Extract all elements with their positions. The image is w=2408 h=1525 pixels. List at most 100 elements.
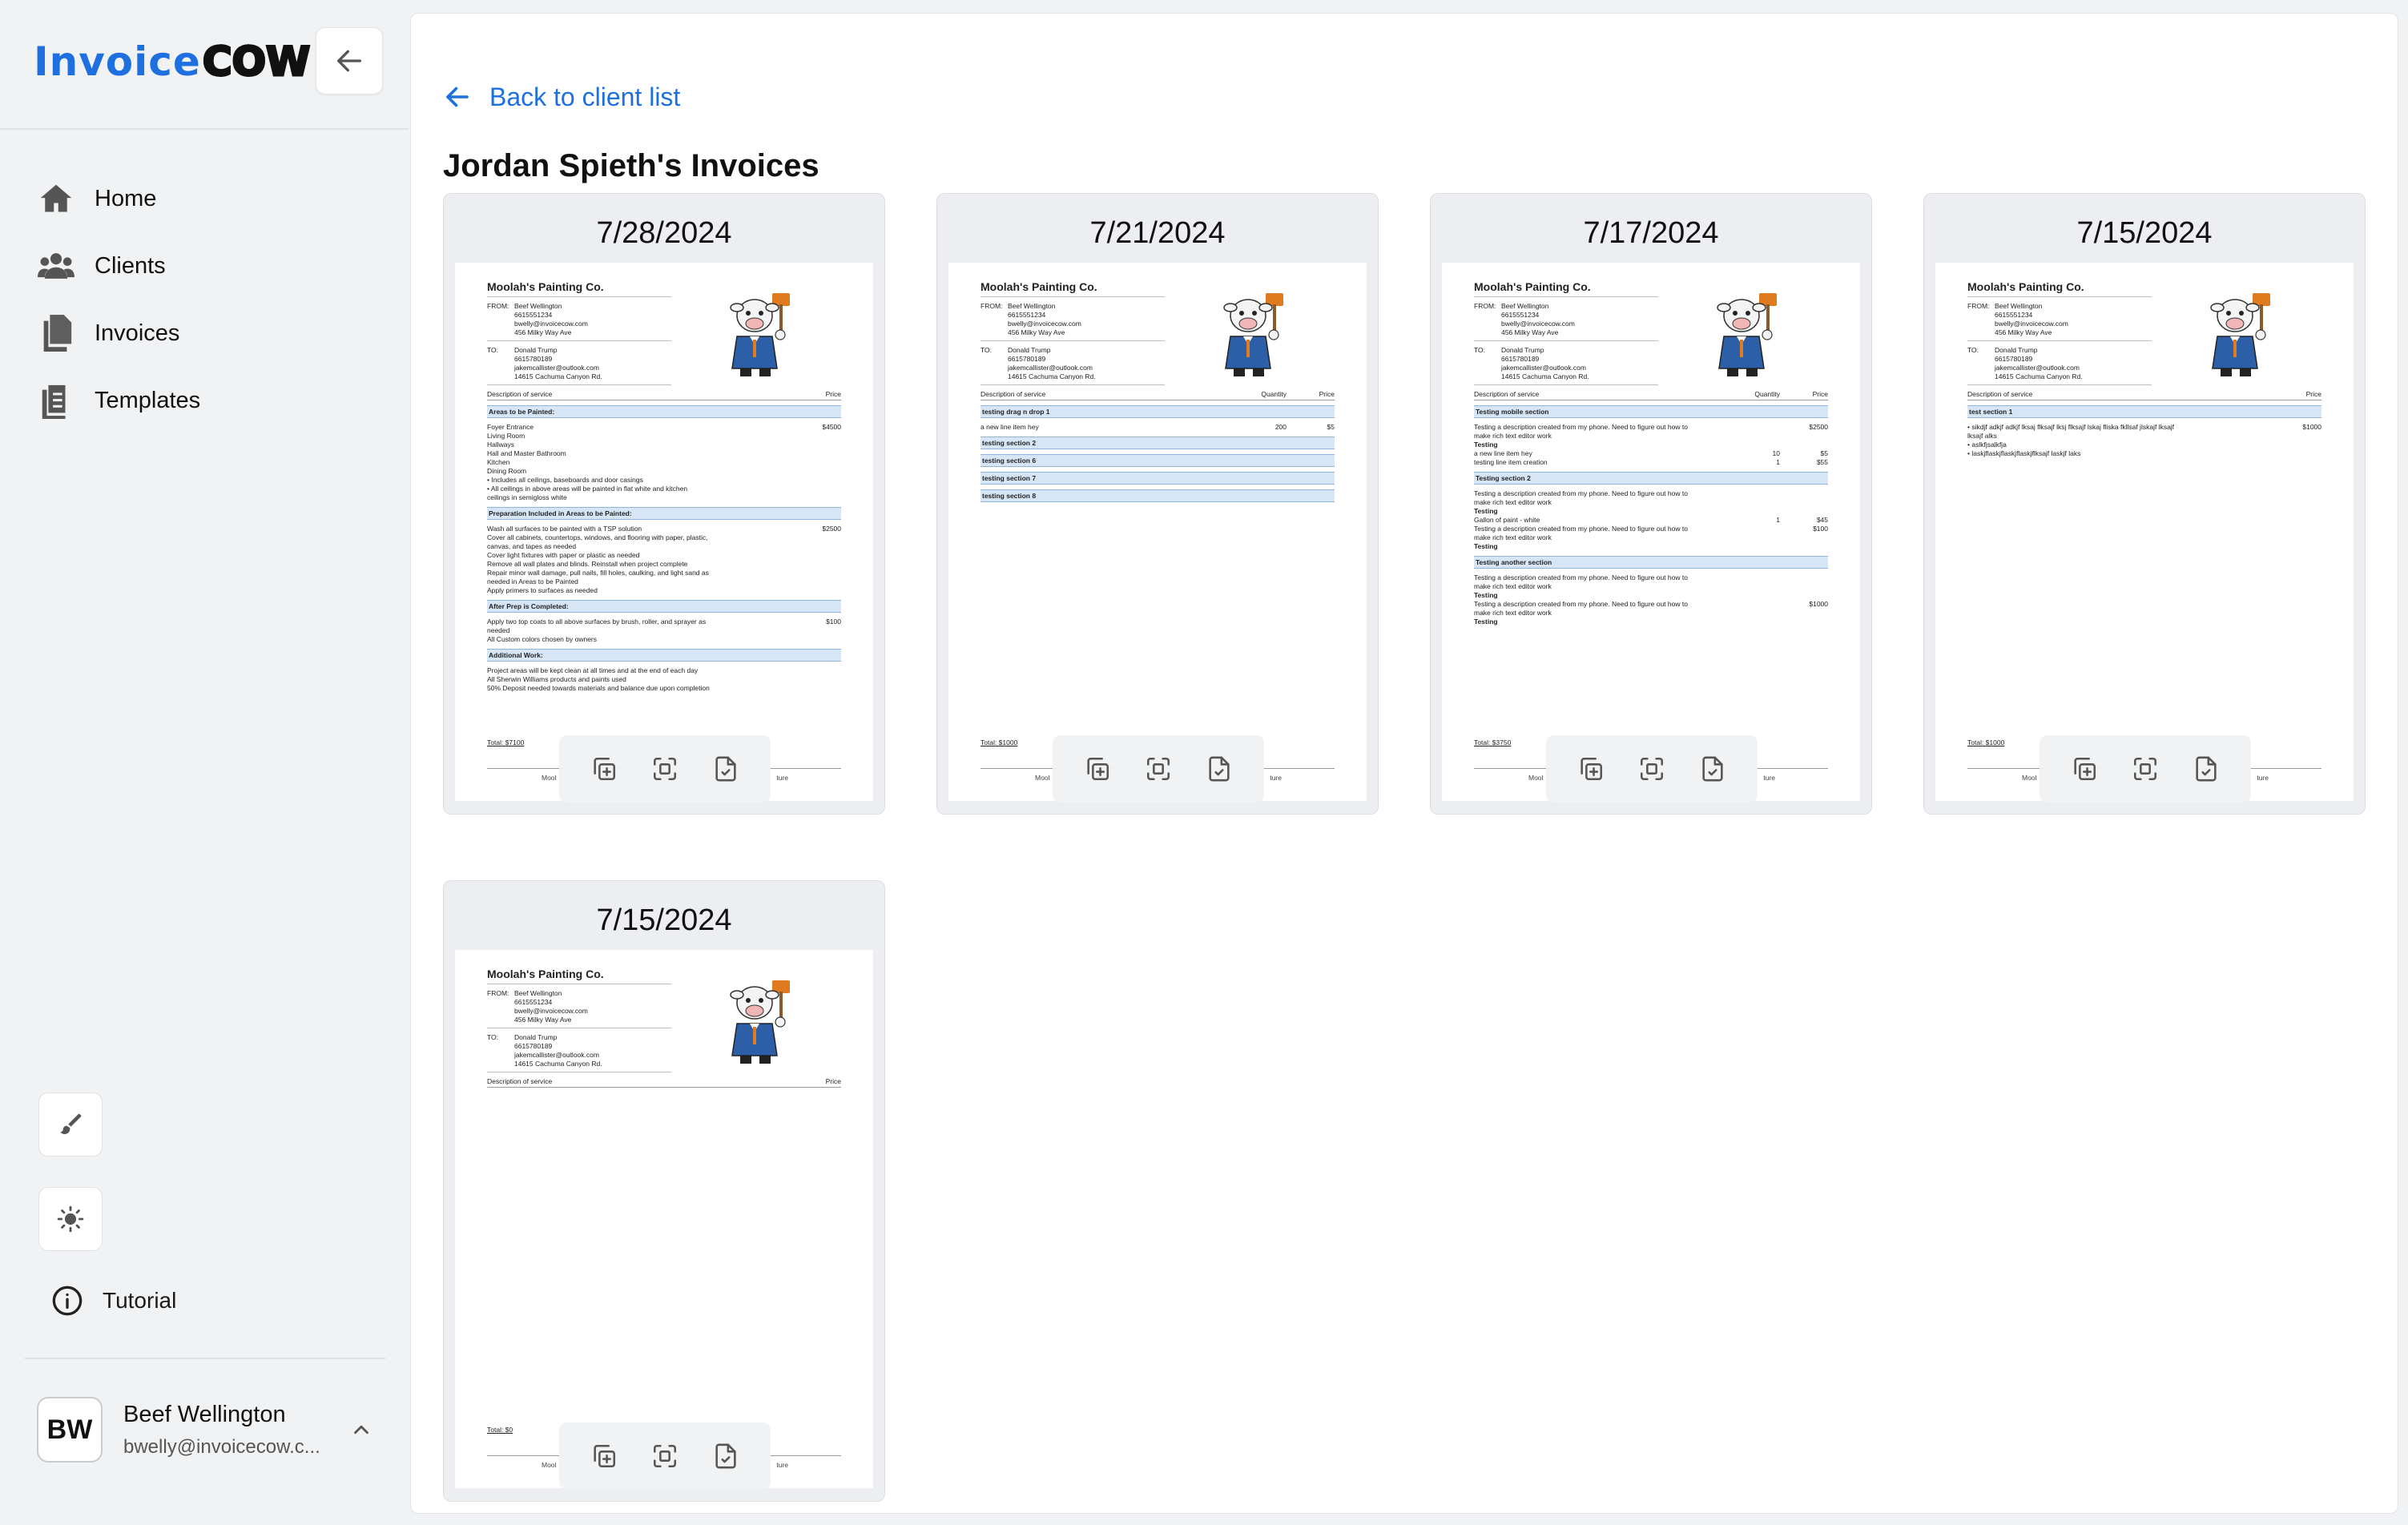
card-actions bbox=[2040, 735, 2251, 803]
table-header: Description of service Price bbox=[487, 1077, 841, 1088]
file-check-icon bbox=[715, 756, 736, 782]
mark-paid-button[interactable] bbox=[2187, 750, 2225, 788]
section-header: testing section 8 bbox=[981, 489, 1335, 502]
line-item: Gallon of paint - white 1 $45 bbox=[1474, 516, 1828, 524]
collapse-sidebar-button[interactable] bbox=[316, 27, 383, 95]
divider bbox=[1967, 296, 2152, 297]
preview-invoice-button[interactable] bbox=[646, 1437, 684, 1475]
invoice-preview[interactable]: Moolah's Painting Co. FROM: Beef Wellingt… bbox=[1935, 263, 2354, 801]
file-check-icon bbox=[1209, 756, 1230, 782]
invoice-card[interactable]: 7/28/2024 Moolah's Painting Co. FROM: Bee… bbox=[443, 193, 885, 815]
invoice-card[interactable]: 7/15/2024 Moolah's Painting Co. FROM: Bee… bbox=[443, 880, 885, 1502]
focus-icon bbox=[2133, 757, 2157, 781]
back-to-client-list-link[interactable]: Back to client list bbox=[443, 81, 680, 113]
sidebar-item-templates[interactable]: Templates bbox=[37, 367, 373, 434]
line-item: needed in Areas to be Painted bbox=[487, 577, 578, 585]
signature-label-left: Mool bbox=[1528, 774, 1544, 782]
section-header: Additional Work: bbox=[487, 649, 841, 662]
invoice-preview[interactable]: Moolah's Painting Co. FROM: Beef Wellingt… bbox=[948, 263, 1367, 801]
divider bbox=[981, 340, 1165, 341]
preview-invoice-button[interactable] bbox=[646, 750, 684, 788]
line-item: Cover all cabinets, countertops, windows… bbox=[487, 533, 708, 541]
line-item: Testing a description created from my ph… bbox=[1474, 489, 1688, 497]
duplicate-invoice-button[interactable] bbox=[2065, 750, 2104, 788]
line-item: make rich text editor work bbox=[1474, 609, 1552, 617]
chevron-up-icon[interactable] bbox=[349, 1418, 373, 1446]
section-header: testing section 6 bbox=[981, 454, 1335, 467]
invoice-date: 7/21/2024 bbox=[1089, 216, 1226, 250]
sidebar-item-label: Templates bbox=[95, 387, 201, 413]
invoice-preview[interactable]: Moolah's Painting Co. FROM: Beef Wellingt… bbox=[455, 263, 873, 801]
invoice-total: Total: $0 bbox=[487, 1426, 513, 1434]
invoice-card[interactable]: 7/17/2024 Moolah's Painting Co. FROM: Bee… bbox=[1430, 193, 1872, 815]
preview-invoice-button[interactable] bbox=[2126, 750, 2164, 788]
file-check-icon bbox=[2196, 756, 2217, 782]
section-header: Areas to be Painted: bbox=[487, 405, 841, 418]
divider bbox=[981, 296, 1165, 297]
cow-mascot-icon bbox=[2210, 293, 2270, 376]
line-item: Testing bbox=[1474, 542, 1498, 550]
file-check-icon bbox=[1702, 756, 1723, 782]
table-header: Description of service Price bbox=[487, 390, 841, 400]
sidebar: Invoice COW Home Clients Invoices Templa… bbox=[0, 0, 409, 1525]
duplicate-invoice-button[interactable] bbox=[585, 750, 623, 788]
line-item: • laskjflaskjflaskjflaskjflksajf laskjf … bbox=[1967, 449, 2081, 457]
line-item: canvas, and tapes as needed bbox=[487, 542, 577, 550]
duplicate-invoice-button[interactable] bbox=[585, 1437, 623, 1475]
invoice-preview[interactable]: Moolah's Painting Co. FROM: Beef Wellingt… bbox=[455, 950, 873, 1488]
invoice-total: Total: $1000 bbox=[981, 738, 1018, 746]
theme-brush-button[interactable] bbox=[38, 1092, 103, 1157]
line-item: Remove all wall plates and blinds. Reins… bbox=[487, 560, 688, 568]
invoice-sections: Areas to be Painted: Foyer Entrance $4500 L… bbox=[487, 405, 841, 693]
user-menu[interactable]: BW Beef Wellington bwelly@invoicecow.c..… bbox=[37, 1397, 373, 1463]
line-item: Testing a description created from my ph… bbox=[1474, 423, 1828, 431]
preview-invoice-button[interactable] bbox=[1139, 750, 1178, 788]
theme-toggle-button[interactable] bbox=[38, 1187, 103, 1251]
file-check-icon bbox=[715, 1443, 736, 1469]
copy-plus-icon bbox=[594, 1444, 616, 1468]
mark-paid-button[interactable] bbox=[707, 1437, 745, 1475]
mark-paid-button[interactable] bbox=[1200, 750, 1238, 788]
invoice-sections: test section 1 • sikdjf adkjf adkjf lksa… bbox=[1967, 405, 2321, 458]
line-item: 50% Deposit needed towards materials and… bbox=[487, 684, 710, 692]
line-item: testing line item creation 1 $55 bbox=[1474, 458, 1828, 466]
copy-plus-icon bbox=[2074, 757, 2096, 781]
sidebar-item-clients[interactable]: Clients bbox=[37, 232, 373, 300]
table-header: Description of service Quantity Price bbox=[981, 390, 1335, 400]
user-email: bwelly@invoicecow.c... bbox=[123, 1435, 320, 1458]
preview-invoice-button[interactable] bbox=[1633, 750, 1671, 788]
sidebar-item-home[interactable]: Home bbox=[37, 165, 373, 232]
line-item: a new line item hey 200 $5 bbox=[981, 423, 1335, 431]
sidebar-divider bbox=[0, 128, 409, 130]
back-link-label: Back to client list bbox=[489, 82, 681, 111]
divider bbox=[1967, 340, 2152, 341]
line-item: Repair minor wall damage, pull nails, fi… bbox=[487, 569, 709, 577]
sidebar-item-label: Home bbox=[95, 185, 157, 211]
signature-label-right: ture bbox=[776, 1461, 788, 1469]
line-item: • Includes all ceilings, baseboards and … bbox=[487, 476, 643, 484]
avatar: BW bbox=[37, 1397, 103, 1463]
line-item: needed bbox=[487, 626, 510, 634]
duplicate-invoice-button[interactable] bbox=[1078, 750, 1117, 788]
invoice-card[interactable]: 7/15/2024 Moolah's Painting Co. FROM: Bee… bbox=[1923, 193, 2366, 815]
invoice-preview[interactable]: Moolah's Painting Co. FROM: Beef Wellingt… bbox=[1442, 263, 1860, 801]
divider bbox=[981, 384, 1165, 385]
line-item: Living Room bbox=[487, 432, 525, 440]
mark-paid-button[interactable] bbox=[1693, 750, 1732, 788]
duplicate-invoice-button[interactable] bbox=[1572, 750, 1610, 788]
sidebar-item-label: Invoices bbox=[95, 320, 180, 346]
invoice-date: 7/15/2024 bbox=[596, 903, 732, 937]
focus-icon bbox=[1146, 757, 1170, 781]
sidebar-item-invoices[interactable]: Invoices bbox=[37, 300, 373, 367]
line-item: make rich text editor work bbox=[1474, 533, 1552, 541]
line-item: Dining Room bbox=[487, 467, 527, 475]
logo-text: Invoice bbox=[34, 38, 201, 85]
invoice-card[interactable]: 7/21/2024 Moolah's Painting Co. FROM: Bee… bbox=[936, 193, 1379, 815]
tutorial-button[interactable]: Tutorial bbox=[50, 1283, 176, 1318]
app-logo[interactable]: Invoice COW bbox=[34, 35, 312, 88]
invoice-total: Total: $3750 bbox=[1474, 738, 1512, 746]
line-item: make rich text editor work bbox=[1474, 582, 1552, 590]
line-item: • aslkfjsalkfja bbox=[1967, 441, 2007, 449]
mark-paid-button[interactable] bbox=[707, 750, 745, 788]
line-item: Testing bbox=[1474, 618, 1498, 626]
